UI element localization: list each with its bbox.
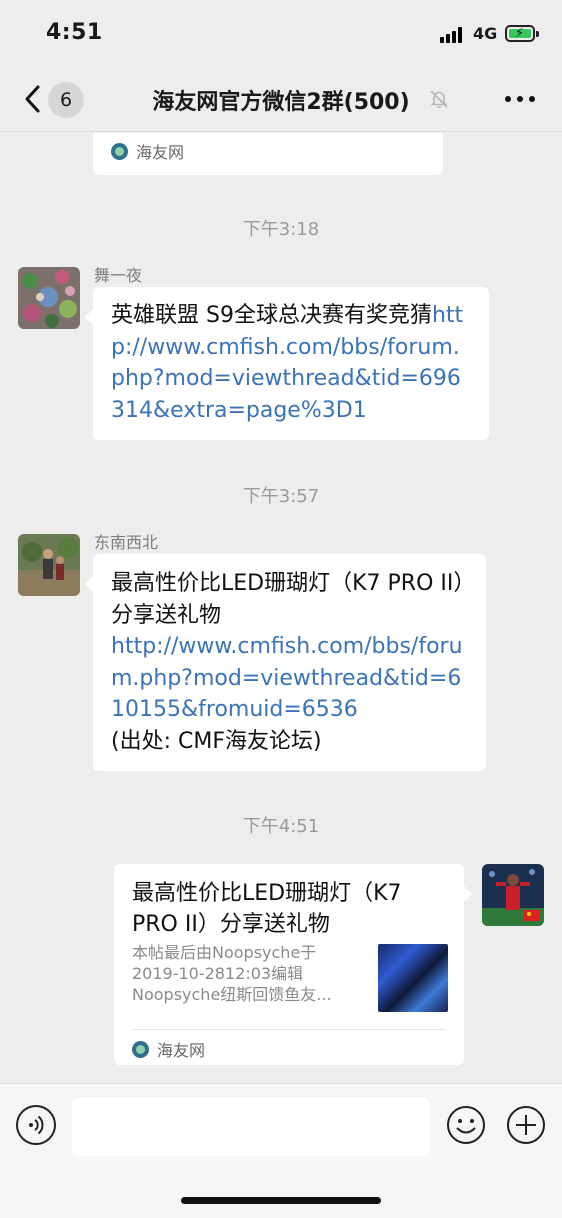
voice-input-button[interactable] bbox=[16, 1105, 56, 1145]
avatar[interactable] bbox=[18, 267, 80, 329]
message-bubble[interactable]: 英雄联盟 S9全球总决赛有奖竞猜http://www.cmfish.com/bb… bbox=[85, 287, 489, 440]
sender-name: 舞一夜 bbox=[94, 266, 143, 285]
status-bar: 4:51 4G ⚡ bbox=[0, 0, 562, 68]
message-source-note: (出处: CMF海友论坛) bbox=[111, 728, 322, 754]
message-timestamp: 下午3:18 bbox=[242, 219, 320, 240]
card-source-label: 海友网 bbox=[136, 143, 185, 162]
card-title: 最高性价比LED珊瑚灯（K7 PRO II）分享送礼物 bbox=[132, 881, 402, 937]
card-source: 海友网 bbox=[111, 139, 184, 163]
home-indicator[interactable] bbox=[181, 1197, 381, 1204]
avatar-image bbox=[482, 864, 544, 926]
message-text-body: 最高性价比LED珊瑚灯（K7 PRO II）分享送礼物 bbox=[111, 571, 465, 628]
site-logo-icon bbox=[111, 142, 128, 160]
card-thumbnail bbox=[378, 944, 448, 1012]
message-bubble[interactable]: 最高性价比LED珊瑚灯（K7 PRO II）分享送礼物 http://www.c… bbox=[85, 554, 486, 771]
message-timestamp: 下午4:51 bbox=[242, 816, 320, 837]
my-avatar[interactable] bbox=[482, 864, 544, 926]
more-functions-button[interactable] bbox=[506, 1105, 546, 1145]
card-description: 本帖最后由Noopsyche于2019-10-2812:03编辑 Noopsyc… bbox=[132, 943, 332, 1004]
network-type: 4G bbox=[473, 24, 498, 43]
shared-link-card-partial[interactable]: 海友网 bbox=[93, 133, 443, 175]
voice-icon bbox=[29, 1115, 44, 1135]
status-time: 4:51 bbox=[46, 20, 103, 45]
emoji-button[interactable] bbox=[446, 1105, 486, 1145]
mute-bell-icon bbox=[430, 90, 448, 109]
message-timestamp: 下午3:57 bbox=[242, 486, 320, 507]
card-source-label: 海友网 bbox=[157, 1041, 206, 1060]
chat-message-list[interactable]: 海友网 下午3:18 舞一夜 英雄联盟 S9全球总决赛有奖竞猜http://ww… bbox=[0, 133, 562, 1083]
message-text: 英雄联盟 S9全球总决赛有奖竞猜http://www.cmfish.com/bb… bbox=[111, 300, 471, 426]
avatar[interactable] bbox=[18, 534, 80, 596]
plus-icon bbox=[507, 1106, 545, 1144]
avatar-image bbox=[18, 267, 80, 329]
smiley-icon bbox=[447, 1106, 485, 1144]
chat-header: 6 海友网官方微信2群(500) bbox=[0, 68, 562, 132]
avatar-image bbox=[18, 534, 80, 596]
message-input[interactable] bbox=[72, 1098, 430, 1156]
battery-icon: ⚡ bbox=[505, 25, 535, 42]
message-link[interactable]: http://www.cmfish.com/bbs/forum.php?mod=… bbox=[111, 634, 463, 722]
cellular-signal-icon bbox=[440, 27, 466, 43]
more-options-button[interactable] bbox=[504, 96, 536, 104]
battery-tip bbox=[536, 31, 539, 37]
sender-name: 东南西北 bbox=[94, 533, 159, 552]
message-text: 最高性价比LED珊瑚灯（K7 PRO II）分享送礼物 http://www.c… bbox=[111, 568, 468, 757]
chat-title: 海友网官方微信2群(500) bbox=[152, 90, 410, 115]
site-logo-icon bbox=[132, 1040, 149, 1058]
shared-link-card[interactable]: 最高性价比LED珊瑚灯（K7 PRO II）分享送礼物 本帖最后由Noopsyc… bbox=[114, 864, 472, 1065]
card-source: 海友网 bbox=[132, 1037, 205, 1061]
message-text-body: 英雄联盟 S9全球总决赛有奖竞猜 bbox=[111, 303, 432, 328]
